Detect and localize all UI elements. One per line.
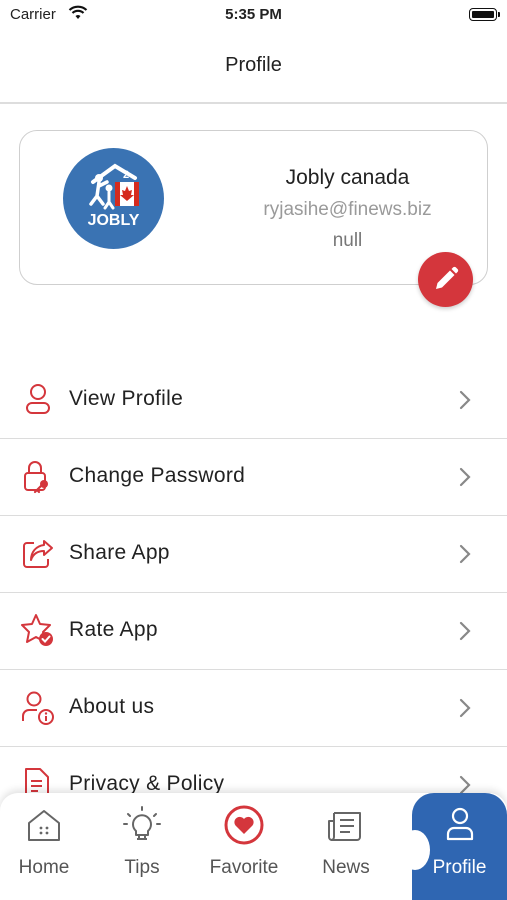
menu-item-share-app[interactable]: Share App	[0, 516, 507, 593]
menu-item-label: View Profile	[69, 387, 184, 410]
profile-name: Jobly canada	[285, 166, 410, 189]
clock: 5:35 PM	[225, 6, 282, 23]
logo-text: JOBLY	[87, 212, 140, 229]
battery-icon	[469, 8, 500, 21]
menu-item-about-us[interactable]: About us	[0, 670, 507, 747]
newspaper-icon	[328, 812, 361, 841]
home-icon	[28, 810, 60, 841]
tab-tips[interactable]: Tips	[98, 793, 186, 900]
pencil-icon	[436, 266, 459, 289]
chevron-right-icon	[459, 621, 471, 641]
user-info-icon	[22, 691, 54, 725]
menu-item-label: Change Password	[69, 464, 246, 487]
chevron-right-icon	[459, 544, 471, 564]
menu-item-label: Rate App	[69, 618, 158, 641]
heart-icon	[224, 805, 264, 845]
bottom-tab-bar: Home Tips Favorite News Profile	[0, 793, 507, 900]
menu-item-rate-app[interactable]: Rate App	[0, 593, 507, 670]
menu-item-change-password[interactable]: Change Password	[0, 439, 507, 516]
nav-bar: Profile	[0, 30, 507, 104]
edit-profile-button[interactable]	[418, 252, 473, 307]
status-bar: Carrier 5:35 PM	[0, 0, 507, 30]
chevron-right-icon	[459, 467, 471, 487]
tab-label: Home	[18, 857, 70, 878]
user-icon	[26, 384, 50, 414]
company-logo: 2 JOBLY	[63, 148, 164, 249]
tab-favorite[interactable]: Favorite	[198, 793, 290, 900]
svg-text:2: 2	[123, 169, 129, 181]
person-icon	[446, 807, 473, 841]
chevron-right-icon	[459, 698, 471, 718]
tab-home[interactable]: Home	[0, 793, 88, 900]
tab-label: Favorite	[209, 857, 279, 878]
menu-item-label: About us	[69, 695, 155, 718]
settings-menu: View Profile Change Password Share App R…	[0, 362, 507, 824]
page-title: Profile	[225, 54, 282, 76]
lock-key-icon	[24, 461, 48, 494]
profile-extra: null	[332, 230, 363, 251]
lightbulb-icon	[123, 806, 161, 840]
tab-label: News	[322, 857, 370, 878]
tab-bar-notch	[400, 830, 430, 870]
menu-item-view-profile[interactable]: View Profile	[0, 362, 507, 439]
menu-item-label: Share App	[69, 541, 170, 564]
share-icon	[23, 540, 53, 568]
tab-news[interactable]: News	[302, 793, 390, 900]
tab-label: Tips	[124, 857, 160, 878]
profile-email: ryjasihe@finews.biz	[263, 199, 432, 220]
star-check-icon	[21, 614, 53, 646]
chevron-right-icon	[459, 390, 471, 410]
logo-graphic-icon: 2	[89, 163, 139, 210]
